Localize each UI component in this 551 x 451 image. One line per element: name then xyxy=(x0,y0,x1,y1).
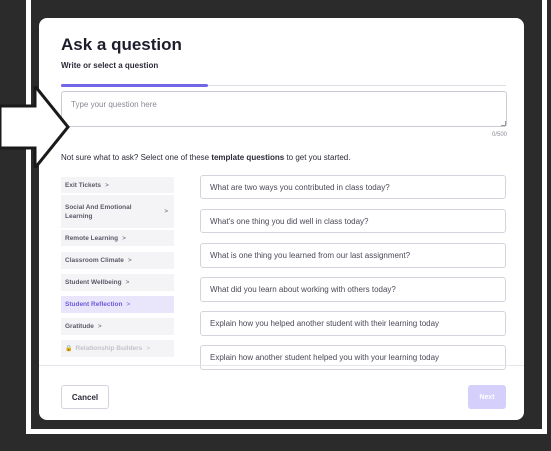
category-exit-tickets[interactable]: Exit Tickets > xyxy=(61,177,174,193)
next-button[interactable]: Next xyxy=(468,385,506,409)
template-helper-text: Not sure what to ask? Select one of thes… xyxy=(61,153,350,162)
template-question-card[interactable]: Explain how another student helped you w… xyxy=(200,345,506,370)
cancel-button[interactable]: Cancel xyxy=(61,385,109,409)
question-text: What's one thing you did well in class t… xyxy=(210,216,369,226)
question-text: Explain how you helped another student w… xyxy=(210,319,440,328)
modal-subtitle: Write or select a question xyxy=(61,61,159,70)
resize-grip-icon[interactable] xyxy=(501,121,506,126)
question-text: What did you learn about working with ot… xyxy=(210,285,396,294)
chevron-right-icon: > xyxy=(126,301,131,308)
question-text: Explain how another student helped you w… xyxy=(210,353,440,362)
chevron-right-icon: > xyxy=(127,257,132,264)
category-relationship-builders[interactable]: 🔒 Relationship Builders > xyxy=(61,340,174,357)
category-classroom-climate[interactable]: Classroom Climate > xyxy=(61,252,174,269)
helper-bold: template questions xyxy=(211,153,285,162)
category-student-reflection[interactable]: Student Reflection > xyxy=(61,296,174,313)
character-count: 0/500 xyxy=(491,132,507,138)
category-label: Gratitude xyxy=(65,323,94,330)
chevron-right-icon: > xyxy=(122,234,126,242)
question-input[interactable] xyxy=(61,91,507,127)
template-question-card[interactable]: What is one thing you learned from our l… xyxy=(200,243,506,268)
category-label: Social And Emotional Learning xyxy=(65,203,132,220)
category-student-wellbeing[interactable]: Student Wellbeing > xyxy=(61,274,174,291)
template-question-card[interactable]: What are two ways you contributed in cla… xyxy=(200,175,506,199)
category-label: Student Reflection xyxy=(65,301,123,308)
lock-icon: 🔒 xyxy=(65,346,73,352)
helper-prefix: Not sure what to ask? Select one of thes… xyxy=(61,153,212,162)
category-label: Relationship Builders xyxy=(75,345,143,352)
footer-divider xyxy=(39,365,524,366)
chevron-right-icon: > xyxy=(97,323,102,330)
modal-title: Ask a question xyxy=(61,35,182,54)
template-question-card[interactable]: What did you learn about working with ot… xyxy=(200,277,506,302)
question-text: What are two ways you contributed in cla… xyxy=(210,182,390,192)
category-remote-learning[interactable]: Remote Learning > xyxy=(61,230,174,246)
progress-bar-fill xyxy=(61,84,208,87)
category-label: Student Wellbeing xyxy=(65,279,122,286)
pointer-arrow-icon xyxy=(0,86,70,168)
category-label: Classroom Climate xyxy=(65,257,124,264)
helper-suffix: to get you started. xyxy=(284,153,351,162)
template-question-card[interactable]: What's one thing you did well in class t… xyxy=(200,209,506,233)
template-question-card[interactable]: Explain how you helped another student w… xyxy=(200,311,506,336)
chevron-right-icon: > xyxy=(105,181,109,189)
question-text: What is one thing you learned from our l… xyxy=(210,251,411,260)
category-social-emotional-learning[interactable]: Social And Emotional Learning > xyxy=(61,195,174,228)
chevron-right-icon: > xyxy=(125,279,130,286)
ask-question-modal: Ask a question Write or select a questio… xyxy=(39,18,524,420)
chevron-right-icon: > xyxy=(164,208,168,215)
category-label: Exit Tickets xyxy=(65,181,102,189)
category-label: Remote Learning xyxy=(65,234,119,242)
category-gratitude[interactable]: Gratitude > xyxy=(61,318,174,335)
chevron-right-icon: > xyxy=(146,345,151,352)
